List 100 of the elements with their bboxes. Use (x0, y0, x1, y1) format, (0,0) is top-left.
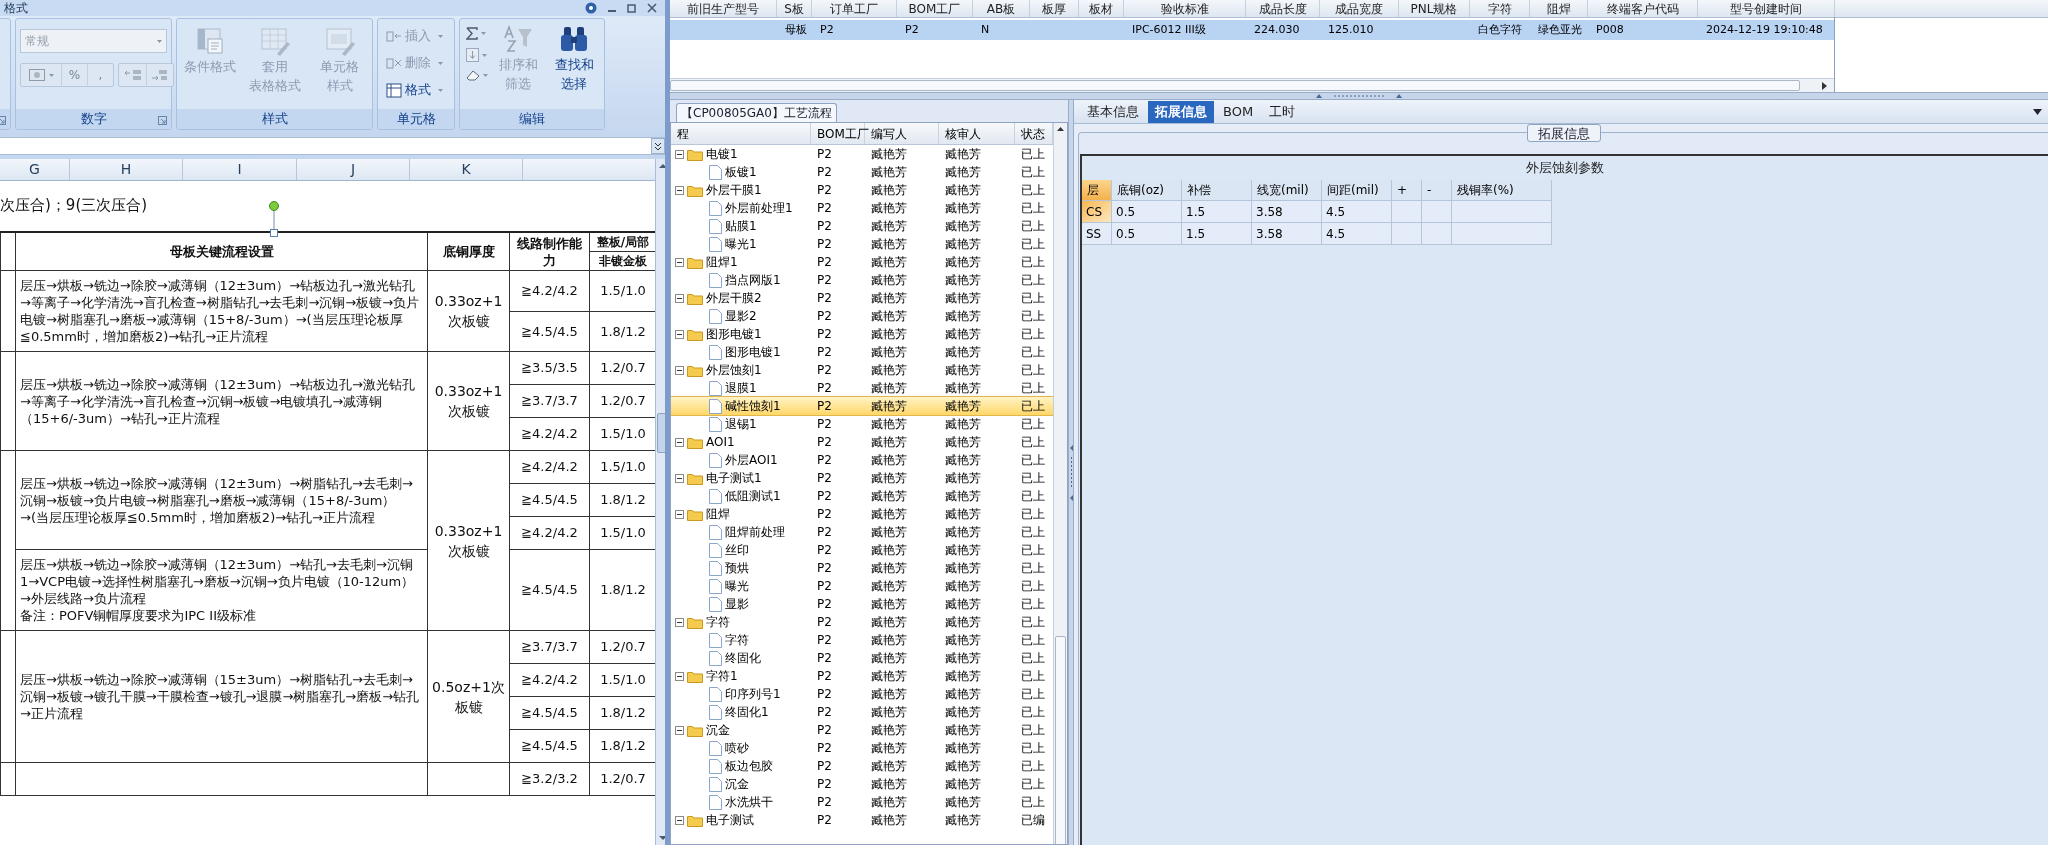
tree-row[interactable]: 退锡1 P2 臧艳芳 臧艳芳 已上 (671, 415, 1053, 433)
tree-row[interactable]: 沉金 P2 臧艳芳 臧艳芳 已上 (671, 721, 1053, 739)
row-header[interactable]: CS (1082, 201, 1112, 223)
tree-row[interactable]: 印序列号1 P2 臧艳芳 臧艳芳 已上 (671, 685, 1053, 703)
tree-row[interactable]: 板镀1 P2 臧艳芳 臧艳芳 已上 (671, 163, 1053, 181)
column-header[interactable]: 程 (671, 123, 811, 144)
tree-row[interactable]: 图形电镀1 P2 臧艳芳 臧艳芳 已上 (671, 343, 1053, 361)
column-header[interactable]: 底铜(oz) (1112, 180, 1182, 201)
tree-row[interactable]: AOI1 P2 臧艳芳 臧艳芳 已上 (671, 433, 1053, 451)
tree-row[interactable]: 曝光1 P2 臧艳芳 臧艳芳 已上 (671, 235, 1053, 253)
column-header[interactable]: BOM工厂 (897, 0, 973, 17)
tree-row[interactable]: 丝印 P2 臧艳芳 臧艳芳 已上 (671, 541, 1053, 559)
tree-row[interactable]: 板边包胶 P2 臧艳芳 臧艳芳 已上 (671, 757, 1053, 775)
tree-row[interactable]: 低阻测试1 P2 臧艳芳 臧艳芳 已上 (671, 487, 1053, 505)
column-header[interactable]: - (1422, 180, 1452, 201)
close-icon[interactable] (647, 3, 657, 13)
tab[interactable]: 拓展信息 (1148, 101, 1214, 123)
help-icon[interactable] (585, 2, 597, 14)
tab[interactable]: 工时 (1262, 101, 1303, 123)
tree-row[interactable]: 图形电镀1 P2 臧艳芳 臧艳芳 已上 (671, 325, 1053, 343)
tree-row[interactable]: 外层干膜2 P2 臧艳芳 臧艳芳 已上 (671, 289, 1053, 307)
restore-icon[interactable] (627, 3, 637, 13)
collapse-icon[interactable] (675, 815, 684, 825)
collapse-icon[interactable] (675, 149, 684, 159)
tree-row[interactable]: 喷砂 P2 臧艳芳 臧艳芳 已上 (671, 739, 1053, 757)
tree-row[interactable]: 水洗烘干 P2 臧艳芳 臧艳芳 已上 (671, 793, 1053, 811)
dialog-launcher-icon[interactable] (158, 116, 167, 125)
column-header[interactable]: 终端客户代码 (1588, 0, 1698, 17)
collapse-icon[interactable] (675, 725, 684, 735)
tree-row[interactable]: 电镀1 P2 臧艳芳 臧艳芳 已上 (671, 145, 1053, 163)
tree-row[interactable]: 碱性蚀刻1 P2 臧艳芳 臧艳芳 已上 (671, 397, 1053, 415)
column-header[interactable]: K (410, 159, 523, 180)
collapse-icon[interactable] (675, 185, 684, 195)
tree-row[interactable]: 显影2 P2 臧艳芳 臧艳芳 已上 (671, 307, 1053, 325)
column-header[interactable]: 层 (1082, 180, 1112, 201)
collapse-icon[interactable] (675, 293, 684, 303)
tree-row[interactable]: 终固化1 P2 臧艳芳 臧艳芳 已上 (671, 703, 1053, 721)
tree-row[interactable]: 显影 P2 臧艳芳 臧艳芳 已上 (671, 595, 1053, 613)
column-header[interactable]: 残铜率(%) (1452, 180, 1552, 201)
scrollbar-thumb[interactable] (670, 80, 1800, 91)
collapse-icon[interactable] (675, 671, 684, 681)
column-header[interactable]: 核审人 (939, 123, 1015, 144)
tree-row[interactable]: 电子测试 P2 臧艳芳 臧艳芳 已编 (671, 811, 1053, 829)
column-header[interactable]: 字符 (1470, 0, 1530, 17)
tree-row[interactable]: 外层AOI1 P2 臧艳芳 臧艳芳 已上 (671, 451, 1053, 469)
column-header[interactable]: 阻焊 (1530, 0, 1588, 17)
collapse-icon[interactable] (675, 509, 684, 519)
column-header[interactable]: + (1392, 180, 1422, 201)
tree-row[interactable]: 外层干膜1 P2 臧艳芳 臧艳芳 已上 (671, 181, 1053, 199)
vertical-scrollbar[interactable] (1053, 123, 1067, 844)
column-header[interactable]: S板 (777, 0, 812, 17)
row-header[interactable]: SS (1082, 223, 1112, 245)
collapse-icon[interactable] (675, 437, 684, 447)
column-header[interactable]: 板材 (1079, 0, 1124, 17)
column-header[interactable]: 间距(mil) (1322, 180, 1392, 201)
column-header[interactable]: 补偿 (1182, 180, 1252, 201)
column-header[interactable]: I (183, 159, 297, 180)
column-header[interactable]: AB板 (973, 0, 1030, 17)
tree-row[interactable]: 字符 P2 臧艳芳 臧艳芳 已上 (671, 631, 1053, 649)
tree-row[interactable]: 曝光 P2 臧艳芳 臧艳芳 已上 (671, 577, 1053, 595)
tree-row[interactable]: 终固化 P2 臧艳芳 臧艳芳 已上 (671, 649, 1053, 667)
dropdown-arrow-icon[interactable] (2033, 109, 2042, 115)
rotation-handle-icon[interactable] (268, 201, 280, 237)
expand-icon[interactable] (651, 138, 665, 154)
horizontal-scrollbar[interactable] (670, 78, 1834, 92)
tree-row[interactable]: 阻焊前处理 P2 臧艳芳 臧艳芳 已上 (671, 523, 1053, 541)
column-header[interactable]: PNL规格 (1399, 0, 1470, 17)
column-header[interactable]: 前旧生产型号 (670, 0, 777, 17)
collapse-icon[interactable] (675, 329, 684, 339)
table-row[interactable]: 母板 P2 P2 N IPC-6012 III级 224.030 125.010 白色字符 绿色亚光 P008 2024-12-19 19:10:48 (670, 20, 1834, 40)
tree-row[interactable]: 沉金 P2 臧艳芳 臧艳芳 已上 (671, 775, 1053, 793)
tree-row[interactable]: 字符1 P2 臧艳芳 臧艳芳 已上 (671, 667, 1053, 685)
tree-row[interactable]: 外层前处理1 P2 臧艳芳 臧艳芳 已上 (671, 199, 1053, 217)
column-header[interactable]: 成品长度 (1246, 0, 1320, 17)
column-header[interactable]: 板厚 (1030, 0, 1079, 17)
tree-row[interactable]: 电子测试1 P2 臧艳芳 臧艳芳 已上 (671, 469, 1053, 487)
collapse-icon[interactable] (675, 257, 684, 267)
scrollbar-thumb[interactable] (1055, 636, 1066, 844)
column-header[interactable]: G (0, 159, 70, 180)
column-header[interactable]: J (297, 159, 410, 180)
tab[interactable]: BOM (1216, 101, 1261, 123)
tree-row[interactable]: 外层蚀刻1 P2 臧艳芳 臧艳芳 已上 (671, 361, 1053, 379)
tree-row[interactable]: 预烘 P2 臧艳芳 臧艳芳 已上 (671, 559, 1053, 577)
tree-row[interactable]: 挡点网版1 P2 臧艳芳 臧艳芳 已上 (671, 271, 1053, 289)
clear-button[interactable] (466, 70, 490, 81)
collapse-icon[interactable] (675, 473, 684, 483)
tree-row[interactable]: 阻焊 P2 臧艳芳 臧艳芳 已上 (671, 505, 1053, 523)
column-header[interactable]: 订单工厂 (812, 0, 897, 17)
panel-tab[interactable]: 【CP00805GA0】工艺流程 (676, 103, 837, 122)
column-header[interactable]: 线宽(mil) (1252, 180, 1322, 201)
tree-row[interactable]: 阻焊1 P2 臧艳芳 臧艳芳 已上 (671, 253, 1053, 271)
tree-row[interactable]: 字符 P2 臧艳芳 臧艳芳 已上 (671, 613, 1053, 631)
collapse-icon[interactable] (675, 617, 684, 627)
ribbon-button[interactable]: 查找和 选择 (546, 19, 602, 109)
tree-row[interactable]: 贴膜1 P2 臧艳芳 臧艳芳 已上 (671, 217, 1053, 235)
ribbon-button[interactable]: 格式 (386, 79, 443, 101)
collapse-icon[interactable] (675, 365, 684, 375)
tab[interactable]: 基本信息 (1080, 101, 1146, 123)
column-header[interactable]: H (70, 159, 183, 180)
column-header[interactable]: 成品宽度 (1320, 0, 1399, 17)
